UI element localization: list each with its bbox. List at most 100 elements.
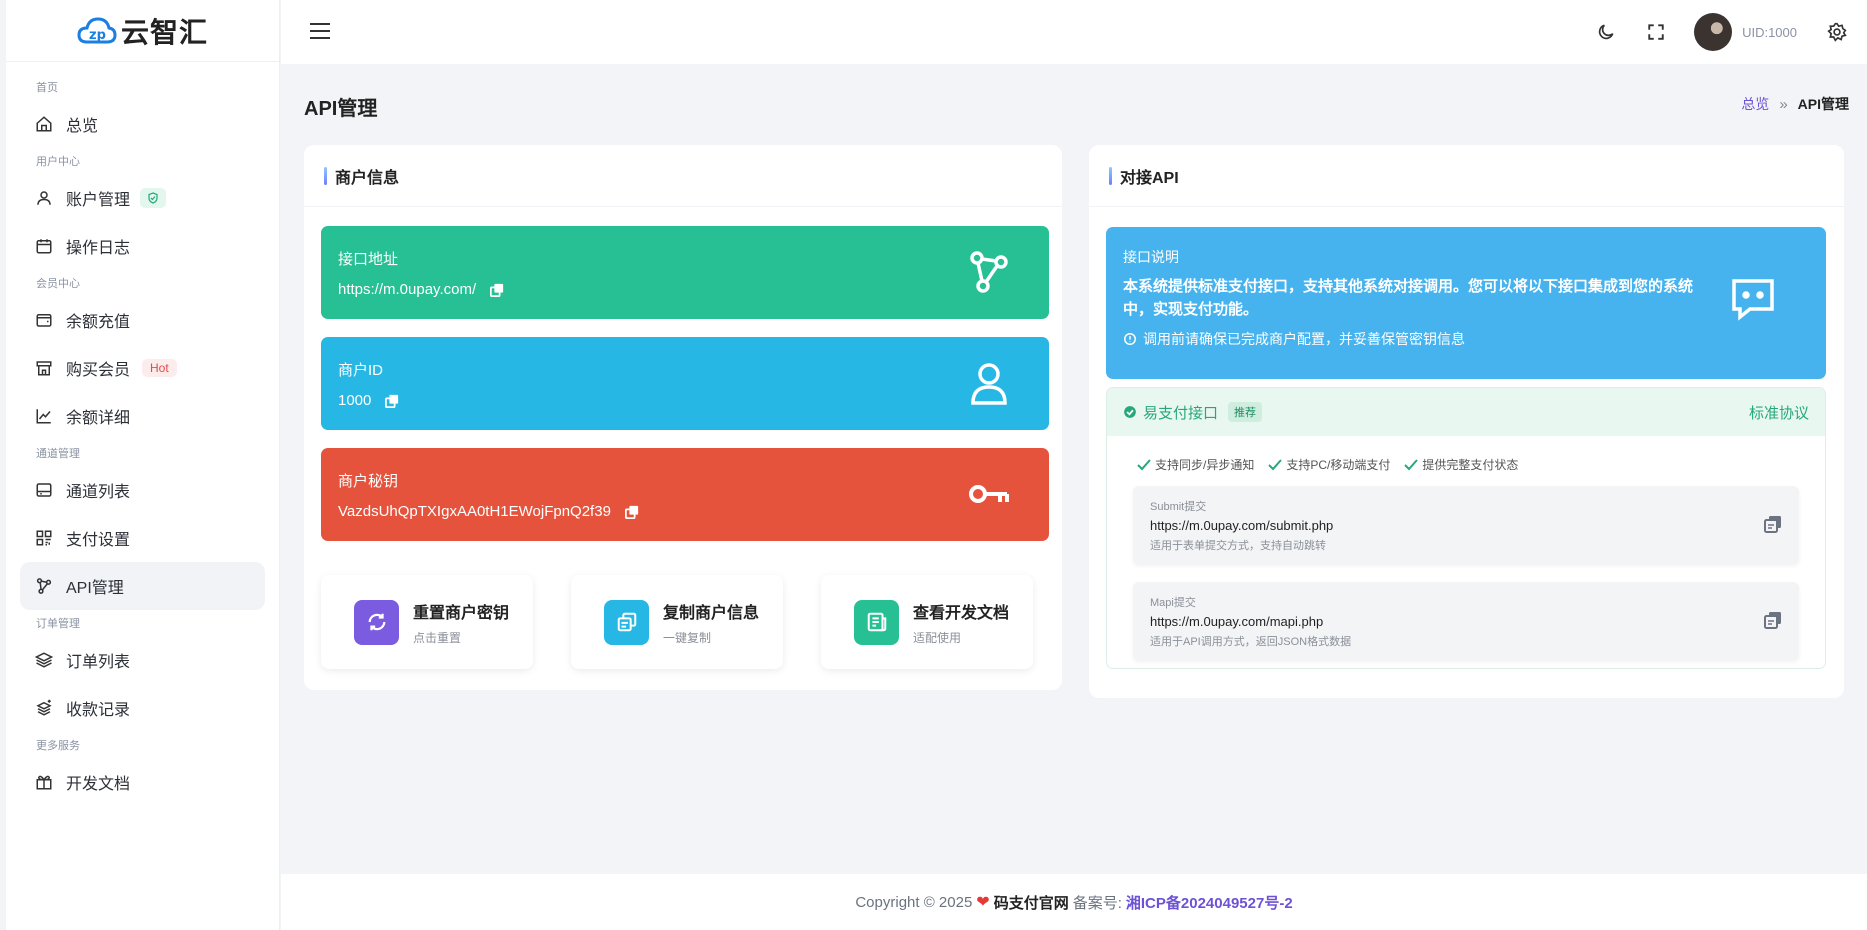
page-title: API管理 — [304, 98, 378, 120]
home-icon — [34, 114, 54, 134]
copy-icon — [604, 599, 649, 645]
api-title: 对接API — [1120, 169, 1179, 187]
endpoint-url: https://m.0upay.com/mapi.php — [1150, 614, 1324, 629]
copy-icon[interactable] — [490, 283, 504, 297]
sidebar-item-channel-list[interactable]: 通道列表 — [20, 466, 265, 514]
sidebar-item-dev-docs[interactable]: 开发文档 — [20, 758, 265, 806]
footer-copyright: Copyright © 2025 — [855, 893, 973, 911]
sidebar-item-buy-member[interactable]: 购买会员 Hot — [20, 344, 265, 392]
inbox-icon — [34, 480, 54, 500]
endpoint-card: 接口地址 https://m.0upay.com/ — [321, 226, 1049, 319]
merchant-id-card: 商户ID 1000 — [321, 337, 1049, 430]
sidebar-item-recharge[interactable]: 余额充值 — [20, 296, 265, 344]
footer-site[interactable]: 码支付官网 — [994, 892, 1069, 913]
sidebar-item-pay-settings[interactable]: 支付设置 — [20, 514, 265, 562]
endpoint-submit: Submit提交 https://m.0upay.com/submit.php … — [1133, 486, 1799, 564]
logo[interactable]: zp 云智汇 — [6, 0, 279, 62]
action-subtitle: 一键复制 — [663, 630, 712, 645]
recommended-badge: 推荐 — [1228, 402, 1263, 422]
api-desc-title: 接口说明 — [1123, 249, 1179, 265]
moon-icon[interactable] — [1594, 20, 1618, 44]
merchant-secret-label: 商户秘钥 — [338, 473, 399, 490]
merchant-id-value: 1000 — [338, 392, 372, 409]
footer-icp-label: 备案号: — [1072, 894, 1122, 912]
copy-icon[interactable] — [1763, 514, 1783, 534]
fullscreen-icon[interactable] — [1644, 20, 1668, 44]
menu-toggle-icon[interactable] — [309, 20, 331, 42]
check-icon — [1404, 458, 1419, 470]
gear-icon[interactable] — [1825, 20, 1849, 44]
check-icon — [1137, 458, 1151, 470]
share-nodes-icon — [970, 251, 1008, 293]
sidebar-item-account[interactable]: 账户管理 — [20, 174, 265, 222]
info-icon — [1124, 333, 1136, 345]
logo-text: 云智汇 — [120, 16, 208, 48]
sidebar-item-label: 余额充值 — [66, 314, 131, 331]
merchant-info-card: 商户信息 接口地址 https://m.0upay.com/ 商户ID 1000… — [304, 145, 1062, 690]
protocol-name: 易支付接口 — [1143, 404, 1219, 422]
sidebar-item-label: 通道列表 — [66, 484, 131, 501]
grid-icon — [34, 528, 54, 548]
user-icon — [34, 188, 54, 208]
breadcrumb-home[interactable]: 总览 — [1741, 94, 1769, 114]
footer: Copyright © 2025 ❤ 码支付官网 备案号: 湘ICP备20240… — [281, 874, 1867, 930]
avatar[interactable] — [1694, 13, 1733, 51]
endpoint-desc: 适用于表单提交方式，支持自动跳转 — [1150, 540, 1326, 552]
nodes-icon — [34, 576, 54, 596]
api-description-panel: 接口说明 本系统提供标准支付接口，支持其他系统对接调用。您可以将以下接口集成到您… — [1106, 227, 1826, 379]
breadcrumb: 总览 » API管理 — [1741, 94, 1849, 114]
yipay-protocol-panel: 易支付接口 推荐 标准协议 支持同步/异步通知 支持PC/移动端支付 提供完整支… — [1106, 387, 1826, 669]
check-icon — [1268, 458, 1283, 470]
sidebar-item-balance-detail[interactable]: 余额详细 — [20, 392, 265, 440]
shield-icon — [140, 188, 167, 208]
endpoint-value: https://m.0upay.com/ — [338, 281, 477, 298]
api-desc-note: 调用前请确保已完成商户配置，并妥善保管密钥信息 — [1143, 331, 1465, 347]
refresh-icon — [354, 599, 399, 645]
heart-icon: ❤ — [976, 894, 990, 911]
copy-icon[interactable] — [1763, 610, 1783, 630]
gift-icon — [34, 772, 54, 792]
sidebar-item-order-list[interactable]: 订单列表 — [20, 636, 265, 684]
copy-icon[interactable] — [624, 505, 639, 519]
topbar: UID:1000 — [281, 0, 1867, 64]
copy-icon[interactable] — [385, 394, 399, 408]
sidebar-item-payment-records[interactable]: 收款记录 — [20, 684, 265, 732]
feature-label: 提供完整支付状态 — [1422, 458, 1519, 472]
layers-plus-icon — [34, 698, 54, 718]
document-icon — [854, 599, 899, 645]
footer-icp-link[interactable]: 湘ICP备2024049527号-2 — [1126, 892, 1293, 913]
sidebar-item-api-management[interactable]: API管理 — [20, 562, 265, 610]
title-accent-bar — [324, 166, 327, 185]
reset-secret-button[interactable]: 重置商户密钥 点击重置 — [321, 575, 533, 669]
sidebar-item-logs[interactable]: 操作日志 — [20, 222, 265, 270]
cloud-logo-icon: zp — [77, 16, 117, 43]
api-desc-body: 本系统提供标准支付接口，支持其他系统对接调用。您可以将以下接口集成到您的系统中，… — [1123, 278, 1694, 318]
merchant-secret-card: 商户秘钥 VazdsUhQpTXIgxAA0tH1EWojFpnQ2f39 — [321, 448, 1049, 541]
sidebar: zp 云智汇 首页 总览 用户中心 账户管理 操作日志 会员中心 余额充值 购买… — [6, 0, 280, 930]
chat-icon — [1732, 279, 1774, 321]
api-card: 对接API 接口说明 本系统提供标准支付接口，支持其他系统对接调用。您可以将以下… — [1089, 145, 1844, 698]
nav-section-user: 用户中心 — [36, 156, 80, 168]
sidebar-item-label: 开发文档 — [66, 776, 131, 793]
action-title: 查看开发文档 — [913, 604, 1010, 622]
nav-section-more: 更多服务 — [36, 740, 80, 752]
check-circle-icon — [1124, 406, 1136, 418]
sidebar-item-label: 收款记录 — [66, 702, 131, 719]
view-dev-docs-button[interactable]: 查看开发文档 适配使用 — [821, 575, 1033, 669]
sidebar-item-label: API管理 — [66, 580, 124, 597]
copy-merchant-info-button[interactable]: 复制商户信息 一键复制 — [571, 575, 783, 669]
protocol-type[interactable]: 标准协议 — [1749, 402, 1809, 423]
feature-label: 支持PC/移动端支付 — [1286, 458, 1391, 472]
sidebar-item-label: 购买会员 — [66, 362, 131, 379]
sidebar-item-label: 订单列表 — [66, 654, 131, 671]
endpoint-url: https://m.0upay.com/submit.php — [1150, 518, 1334, 533]
merchant-secret-value: VazdsUhQpTXIgxAA0tH1EWojFpnQ2f39 — [338, 503, 611, 520]
title-accent-bar — [1109, 166, 1112, 185]
sidebar-item-label: 总览 — [66, 118, 99, 135]
feature-item: 支持PC/移动端支付 — [1268, 456, 1390, 473]
calendar-icon — [34, 236, 54, 256]
sidebar-item-overview[interactable]: 总览 — [20, 100, 265, 148]
feature-label: 支持同步/异步通知 — [1155, 458, 1255, 472]
feature-item: 支持同步/异步通知 — [1137, 456, 1254, 473]
endpoint-name: Submit提交 — [1150, 501, 1207, 513]
